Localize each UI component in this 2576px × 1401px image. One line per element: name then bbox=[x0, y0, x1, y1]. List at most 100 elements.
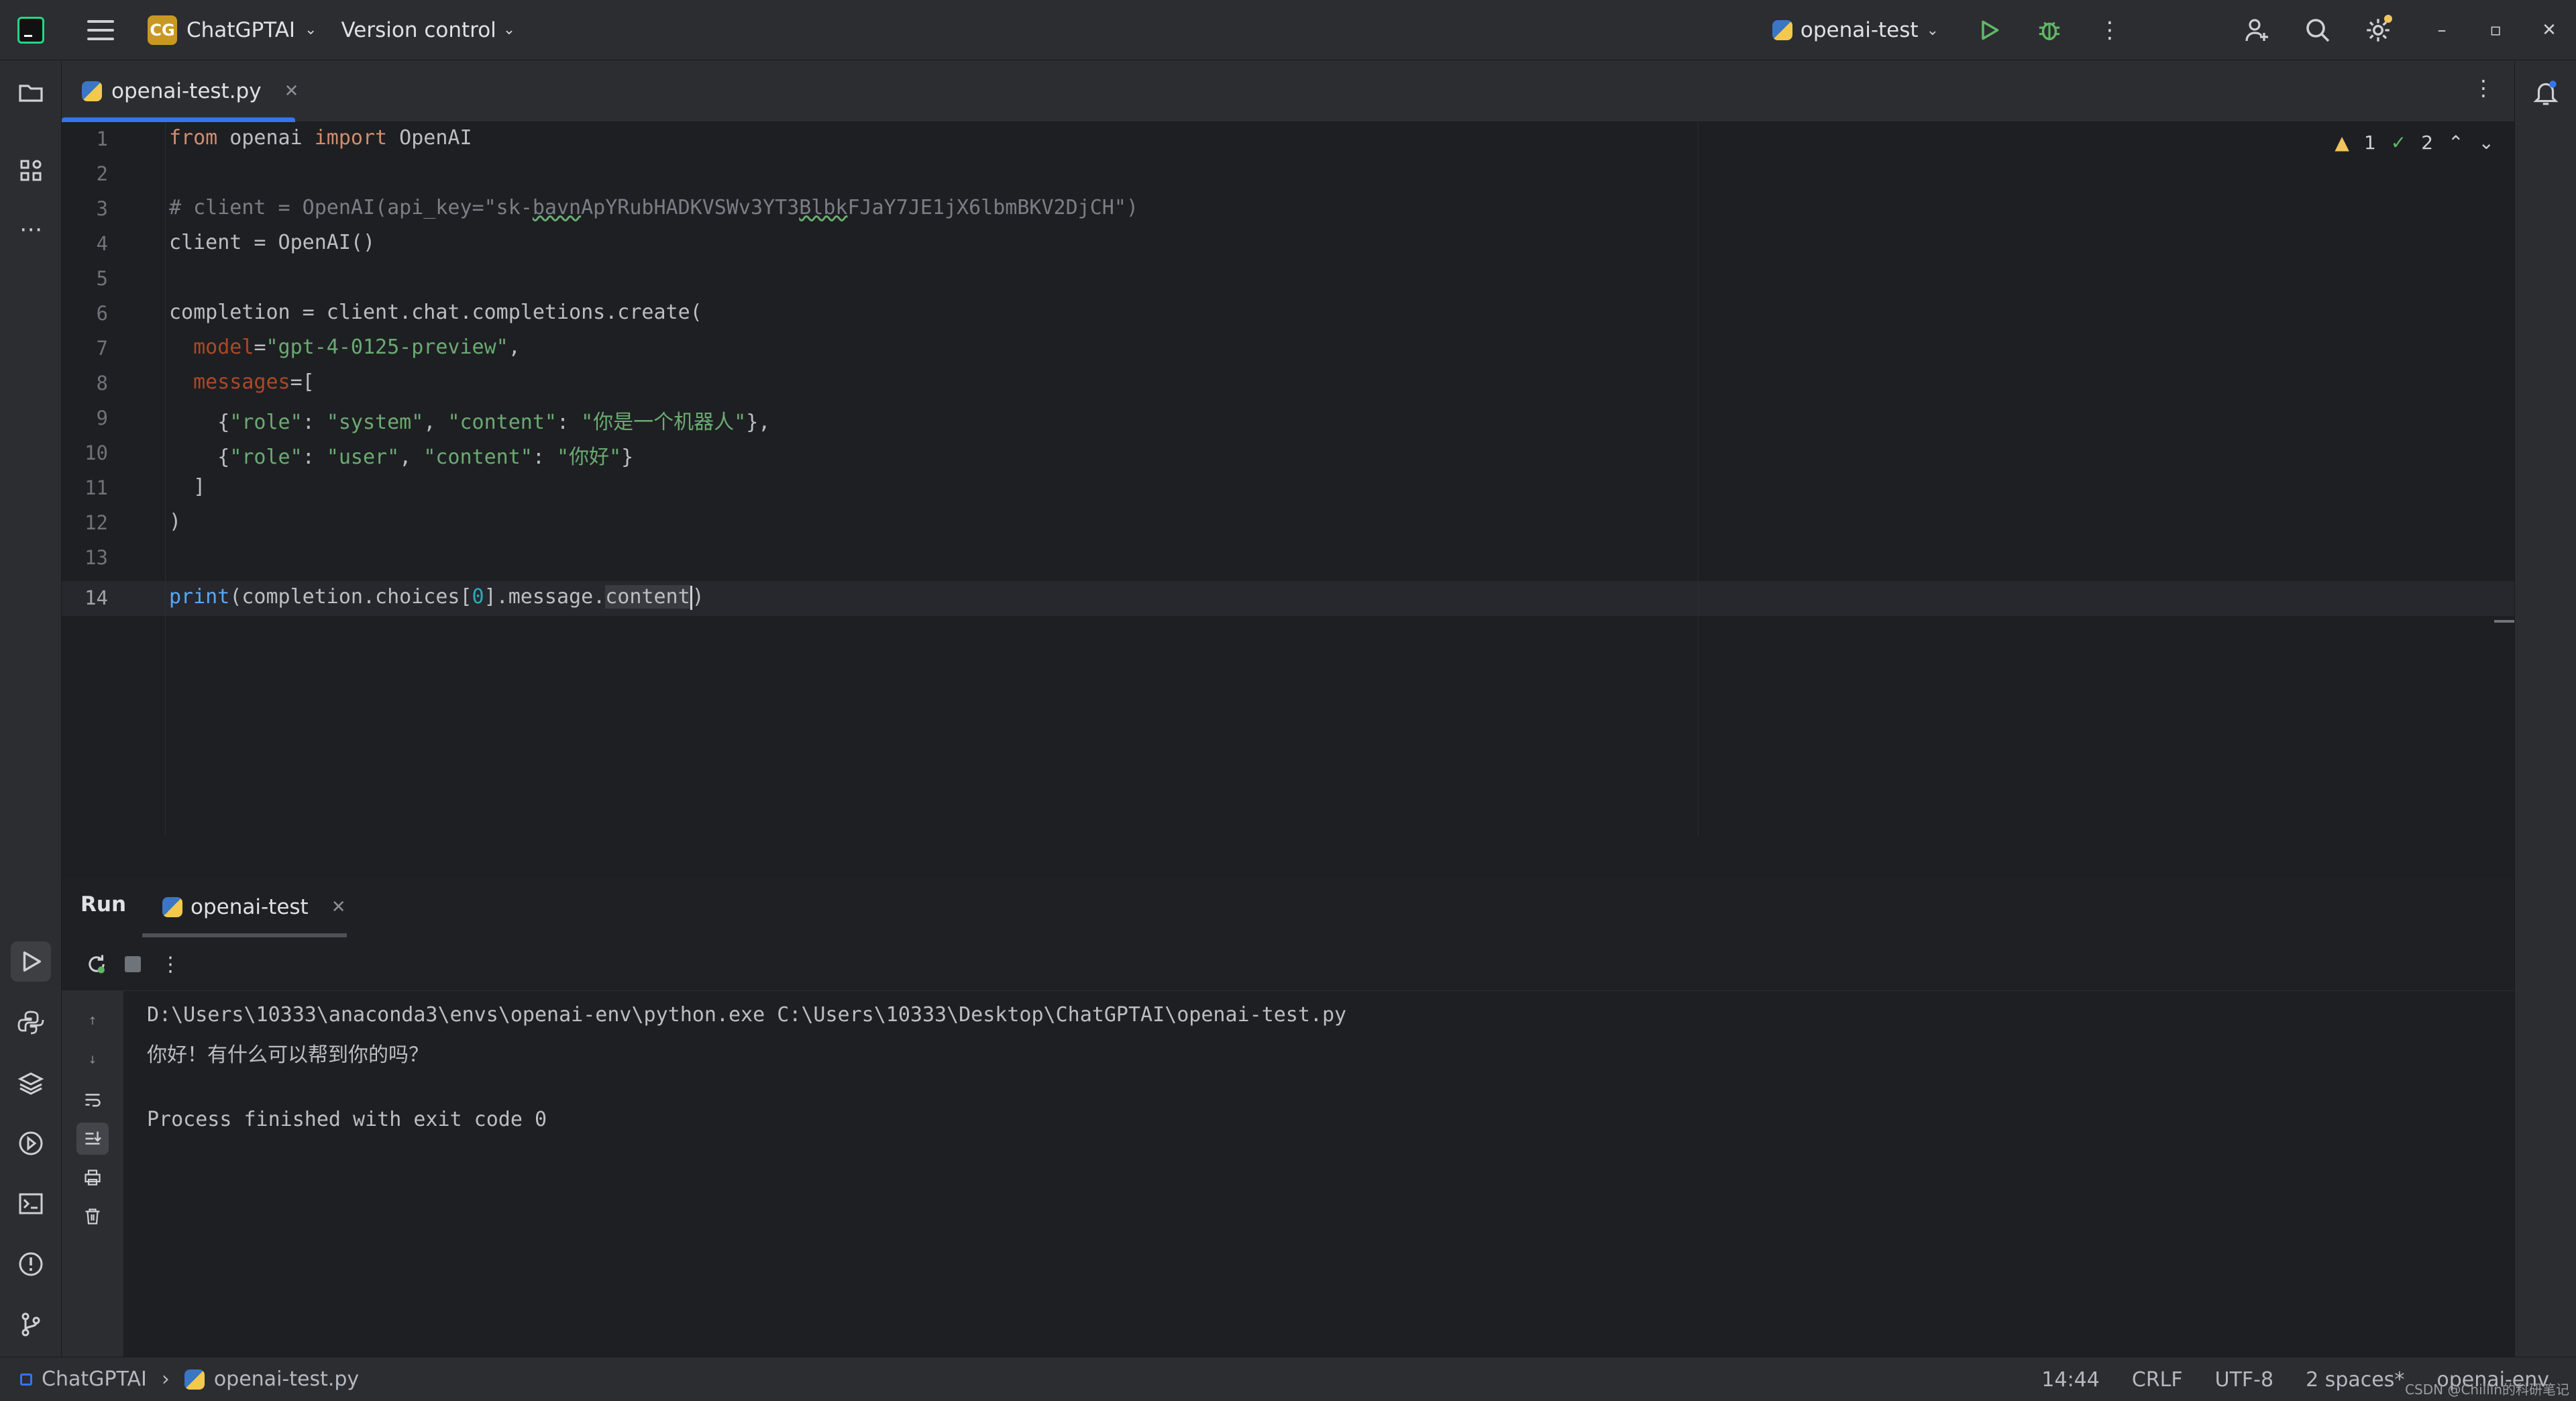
search-icon[interactable] bbox=[2301, 13, 2334, 47]
editor-tabs: openai-test.py ✕ ⋮ bbox=[62, 60, 2514, 122]
console-line-output: 你好！有什么可以帮到你的吗？ bbox=[147, 1043, 429, 1067]
restore-button[interactable]: ▫ bbox=[2475, 13, 2516, 47]
minimize-button[interactable]: – bbox=[2422, 13, 2462, 47]
project-logo[interactable] bbox=[17, 16, 44, 44]
run-more-icon[interactable]: ⋮ bbox=[154, 948, 186, 980]
terminal-icon[interactable] bbox=[11, 1184, 51, 1224]
line-separator[interactable]: CRLF bbox=[2132, 1368, 2183, 1392]
warning-icon: ▲ bbox=[2334, 132, 2349, 154]
indent-setting[interactable]: 2 spaces* bbox=[2306, 1368, 2404, 1392]
code-line-6: completion = client.chat.completions.cre… bbox=[169, 301, 702, 324]
line-number-gutter: 1 2 3 4 5 6 7 8 9 10 11 12 13 14 bbox=[62, 122, 166, 835]
soft-wrap-icon[interactable] bbox=[76, 1084, 109, 1116]
close-window-button[interactable]: ✕ bbox=[2529, 13, 2569, 47]
run-tab-label: openai-test bbox=[191, 895, 309, 919]
weak-warning-count: 2 bbox=[2421, 132, 2434, 154]
inspection-widget[interactable]: ▲ 1 ✓ 2 ⌃ ⌄ bbox=[2334, 132, 2494, 154]
code-line-4: client = OpenAI() bbox=[169, 231, 376, 254]
up-arrow-icon[interactable]: ↑ bbox=[76, 1004, 109, 1037]
breadcrumb: ChatGPTAI › openai-test.py bbox=[20, 1367, 359, 1391]
line-number: 7 bbox=[96, 337, 108, 360]
line-number: 11 bbox=[85, 476, 108, 499]
scroll-end-icon[interactable] bbox=[76, 1123, 109, 1155]
warning-count: 1 bbox=[2363, 132, 2376, 154]
line-number: 6 bbox=[96, 302, 108, 325]
code-line-10: {"role": "user", "content": "你好"} bbox=[217, 446, 634, 469]
code-line-1: from openai import OpenAI bbox=[169, 126, 472, 150]
python-console-icon[interactable] bbox=[11, 1002, 51, 1043]
more-tools-icon[interactable]: ⋯ bbox=[11, 209, 51, 250]
structure-icon[interactable] bbox=[11, 150, 51, 191]
add-user-icon[interactable] bbox=[2241, 13, 2274, 47]
project-name: ChatGPTAI bbox=[186, 17, 296, 42]
trash-icon[interactable] bbox=[76, 1200, 109, 1233]
rerun-icon[interactable] bbox=[80, 948, 113, 980]
more-icon[interactable]: ⋮ bbox=[2093, 13, 2127, 47]
line-number: 2 bbox=[96, 162, 108, 185]
project-selector[interactable]: CG ChatGPTAI ⌄ bbox=[148, 15, 317, 45]
code-line-7: model="gpt-4-0125-preview", bbox=[193, 335, 521, 359]
status-bar: ChatGPTAI › openai-test.py 14:44 CRLF UT… bbox=[0, 1357, 2576, 1401]
chevron-right-icon: › bbox=[161, 1367, 170, 1391]
ide-window: CG ChatGPTAI ⌄ Version control ⌄ openai-… bbox=[0, 0, 2576, 1401]
line-number: 5 bbox=[96, 267, 108, 290]
notifications-icon[interactable] bbox=[2526, 72, 2566, 113]
git-icon[interactable] bbox=[11, 1304, 51, 1345]
folder-icon[interactable] bbox=[11, 72, 51, 113]
code-line-9: {"role": "system", "content": "你是一个机器人"}… bbox=[217, 411, 771, 434]
version-control-menu[interactable]: Version control ⌄ bbox=[341, 18, 515, 42]
code-line-8: messages=[ bbox=[193, 370, 315, 394]
breadcrumb-file[interactable]: openai-test.py bbox=[214, 1367, 359, 1391]
layers-icon[interactable] bbox=[11, 1063, 51, 1103]
line-number: 3 bbox=[96, 197, 108, 220]
line-number: 4 bbox=[96, 232, 108, 255]
run-tool-icon[interactable] bbox=[11, 941, 51, 982]
code-area[interactable]: from openai import OpenAI # client = Ope… bbox=[169, 122, 2514, 835]
watermark: CSDN @Chillin的科研笔记 bbox=[2405, 1382, 2569, 1398]
hamburger-icon[interactable] bbox=[87, 19, 114, 40]
down-arrow-icon[interactable]: ↓ bbox=[76, 1043, 109, 1076]
line-number: 12 bbox=[85, 511, 108, 534]
chevron-down-icon: ⌄ bbox=[1926, 21, 1939, 39]
close-run-tab-icon[interactable]: ✕ bbox=[331, 897, 346, 917]
module-icon bbox=[20, 1373, 32, 1386]
left-tool-strip: ⋯ bbox=[0, 60, 62, 1357]
scrollbar-marker[interactable] bbox=[2494, 620, 2514, 623]
tab-openai-test[interactable]: openai-test.py ✕ bbox=[62, 60, 319, 122]
breadcrumb-project[interactable]: ChatGPTAI bbox=[42, 1367, 147, 1391]
python-icon bbox=[1772, 20, 1792, 40]
code-line-11: ] bbox=[193, 475, 206, 499]
stop-icon[interactable] bbox=[117, 948, 149, 980]
python-file-icon bbox=[184, 1369, 205, 1390]
tabs-more-icon[interactable]: ⋮ bbox=[2473, 75, 2494, 101]
code-editor[interactable]: 1 2 3 4 5 6 7 8 9 10 11 12 13 14 from op… bbox=[62, 122, 2514, 835]
chevron-down-icon[interactable]: ⌄ bbox=[2479, 132, 2494, 154]
code-line-14: print(completion.choices[0].message.cont… bbox=[169, 585, 704, 610]
run-tab-openai-test[interactable]: openai-test ✕ bbox=[162, 876, 346, 938]
code-line-3: # client = OpenAI(api_key="sk-bavnApYRub… bbox=[169, 196, 1138, 219]
file-encoding[interactable]: UTF-8 bbox=[2215, 1368, 2273, 1392]
project-badge: CG bbox=[148, 15, 177, 45]
line-number-current: 14 bbox=[85, 586, 108, 609]
line-number: 13 bbox=[85, 546, 108, 569]
run-config-selector[interactable]: openai-test ⌄ bbox=[1772, 18, 1939, 42]
console-line-exit: Process finished with exit code 0 bbox=[147, 1108, 547, 1131]
close-tab-icon[interactable]: ✕ bbox=[284, 81, 299, 101]
problems-icon[interactable] bbox=[11, 1244, 51, 1284]
caret-position[interactable]: 14:44 bbox=[2041, 1368, 2099, 1392]
line-number: 1 bbox=[96, 127, 108, 150]
run-config-label: openai-test bbox=[1800, 18, 1919, 42]
run-panel-title: Run bbox=[80, 892, 127, 917]
title-bar: CG ChatGPTAI ⌄ Version control ⌄ openai-… bbox=[0, 0, 2576, 60]
python-icon bbox=[162, 897, 182, 917]
services-icon[interactable] bbox=[11, 1123, 51, 1163]
chevron-up-icon[interactable]: ⌃ bbox=[2448, 132, 2463, 154]
tab-label: openai-test.py bbox=[111, 79, 262, 103]
settings-icon[interactable] bbox=[2361, 13, 2395, 47]
print-icon[interactable] bbox=[76, 1161, 109, 1194]
active-tab-indicator bbox=[62, 117, 295, 122]
debug-icon[interactable] bbox=[2033, 13, 2066, 47]
console-output[interactable]: D:\Users\10333\anaconda3\envs\openai-env… bbox=[123, 991, 2514, 1357]
line-number: 10 bbox=[85, 442, 108, 464]
run-icon[interactable] bbox=[1972, 13, 2006, 47]
